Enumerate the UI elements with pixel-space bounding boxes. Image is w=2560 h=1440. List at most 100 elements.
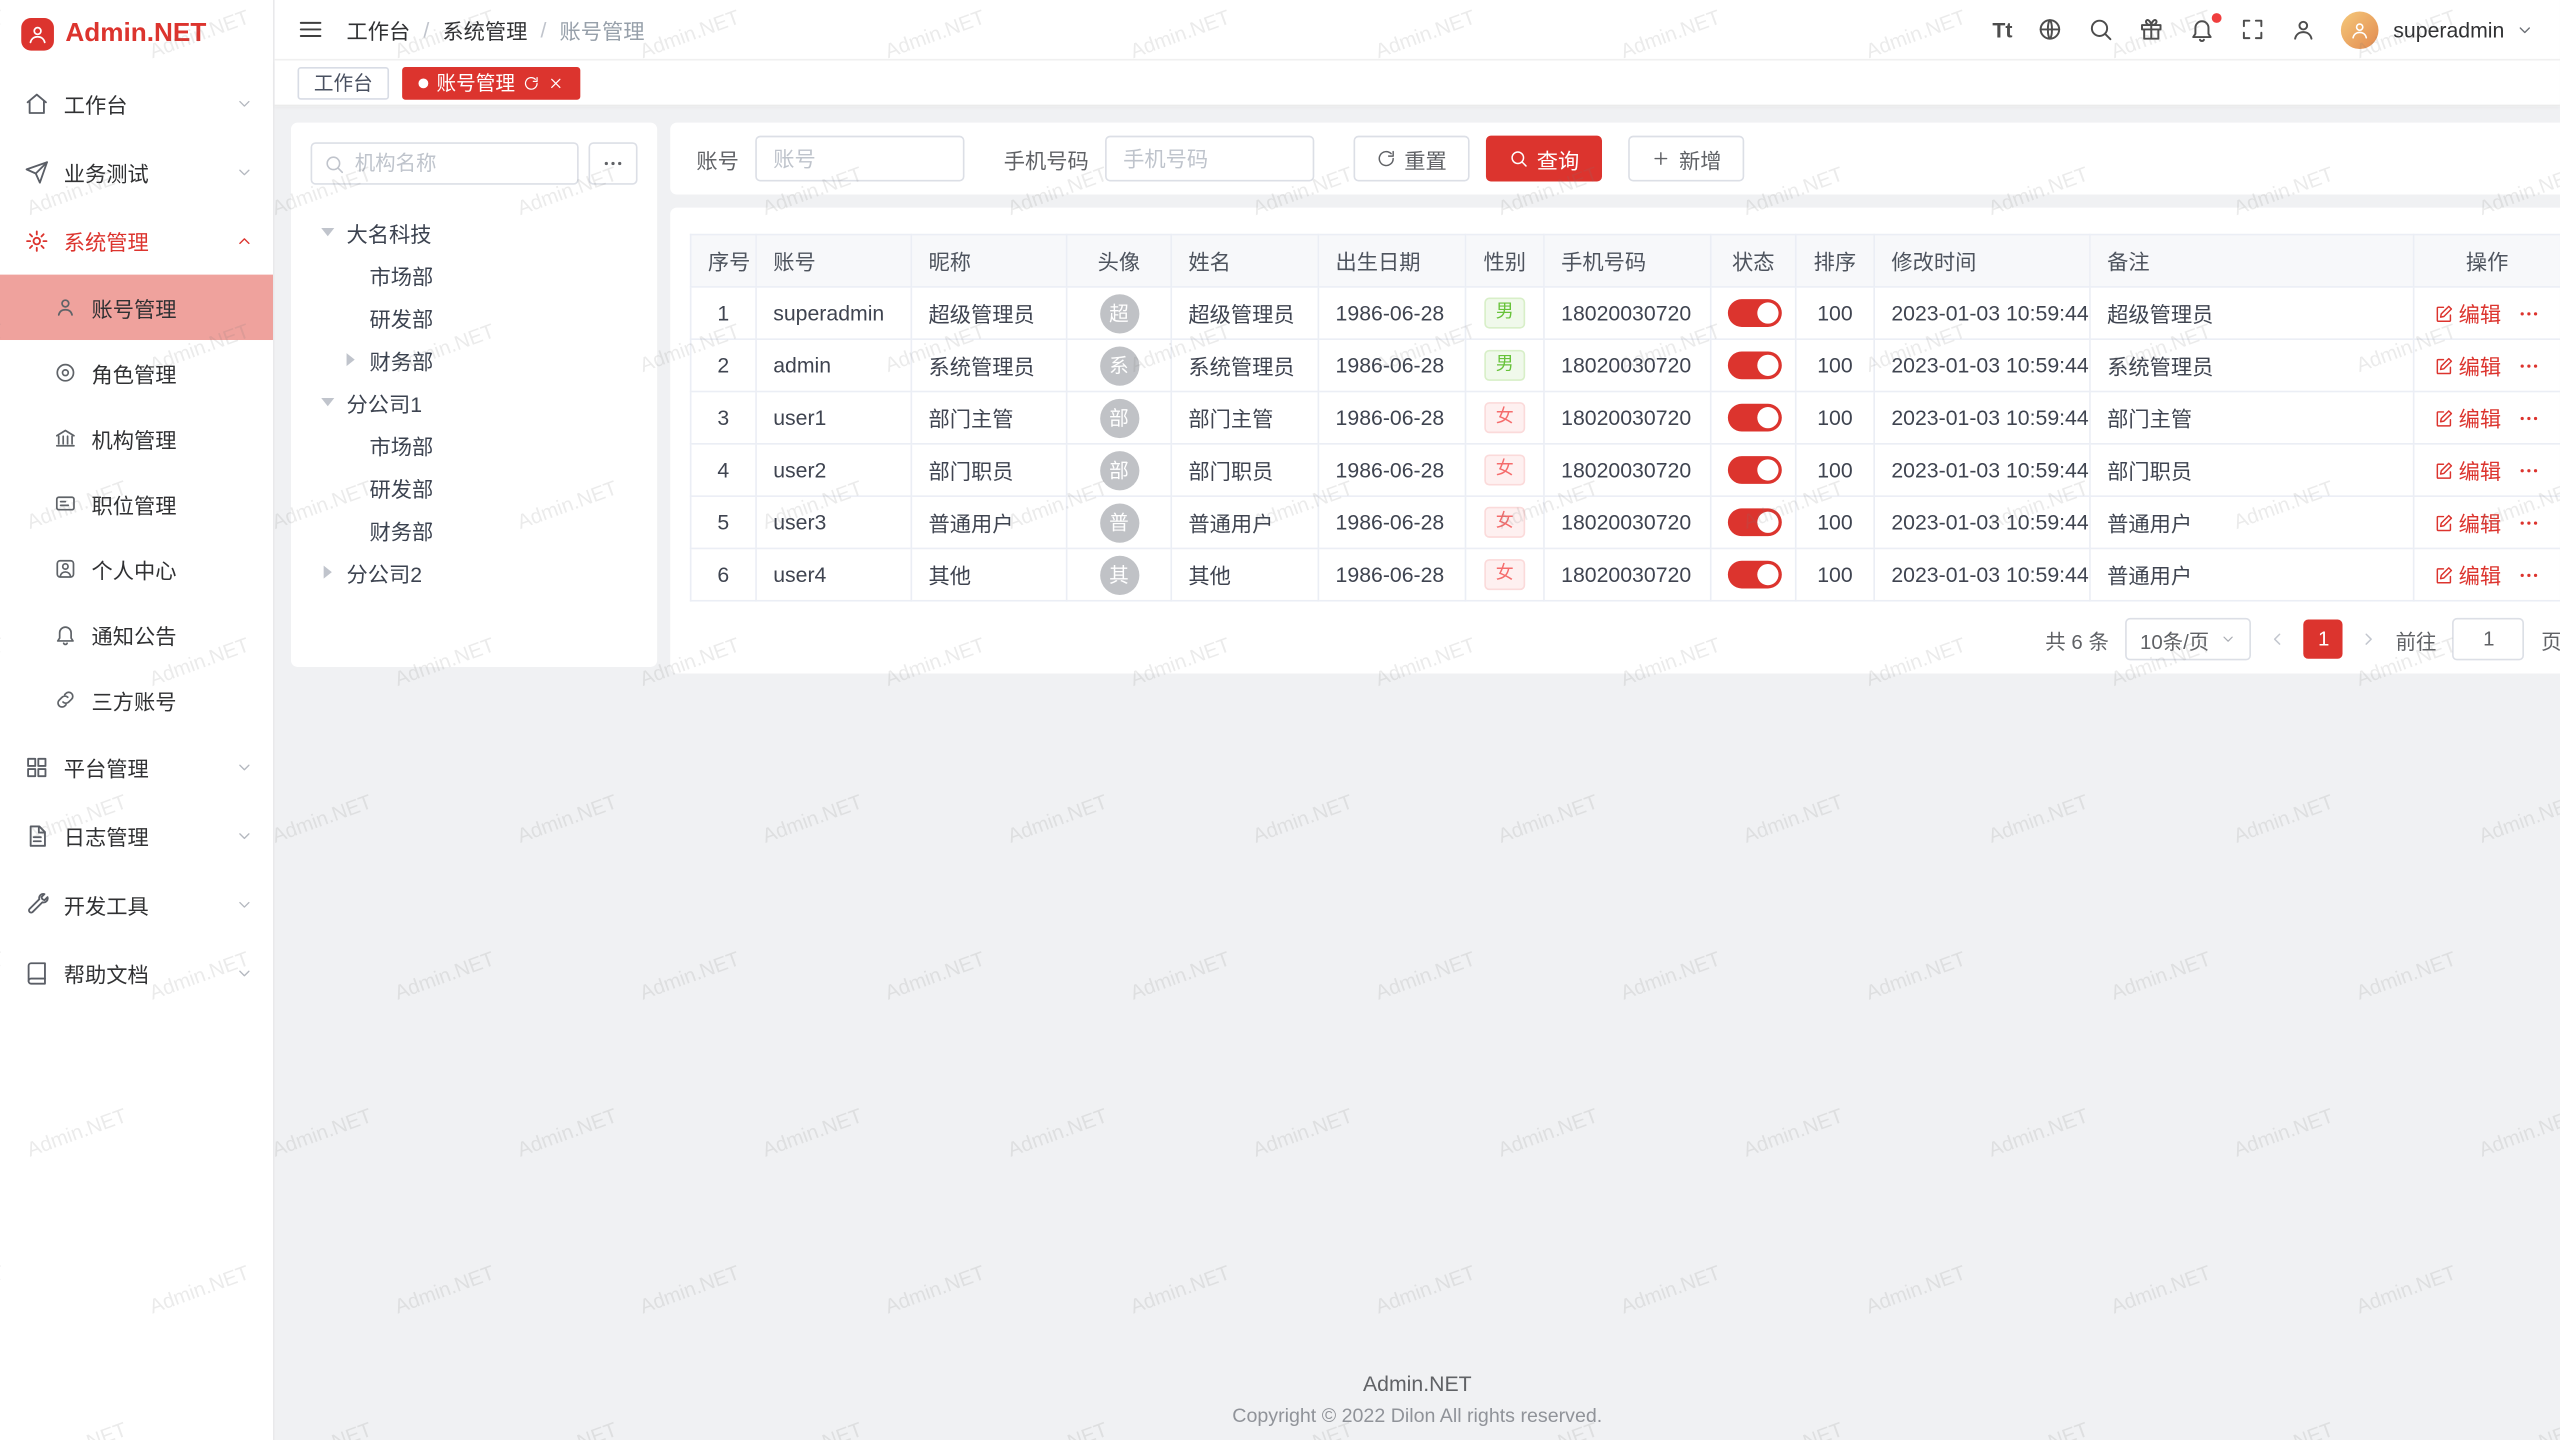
tree-node-8[interactable]: 分公司2 (311, 551, 638, 594)
gift-icon[interactable] (2138, 16, 2164, 42)
cell-account: user1 (756, 392, 911, 444)
sidebar-item-6[interactable]: 帮助文档 (0, 938, 273, 1007)
tab-active-dot (419, 78, 429, 88)
close-icon[interactable] (548, 74, 564, 90)
tab-1[interactable]: 账号管理 (402, 66, 580, 99)
row-more-button[interactable] (2517, 302, 2540, 325)
user-avatar[interactable] (2341, 11, 2379, 49)
row-more-button[interactable] (2517, 459, 2540, 482)
font-size-icon[interactable]: Tt (1992, 17, 2012, 42)
submenu-item-label: 通知公告 (92, 619, 177, 650)
row-more-button[interactable] (2517, 511, 2540, 534)
edit-button[interactable]: 编辑 (2434, 507, 2501, 538)
app-root: Admin.NETAdmin.NETAdmin.NETAdmin.NETAdmi… (0, 0, 2560, 1440)
cell-avatar: 超 (1067, 287, 1172, 339)
tree-more-button[interactable] (588, 142, 637, 185)
cell-remark: 普通用户 (2090, 548, 2414, 600)
more-icon (602, 152, 625, 175)
row-more-button[interactable] (2517, 563, 2540, 586)
prev-page-button[interactable] (2268, 629, 2288, 649)
edit-button[interactable]: 编辑 (2434, 559, 2501, 590)
reset-button[interactable]: 重置 (1354, 136, 1470, 182)
sidebar-item-2[interactable]: 系统管理 (0, 206, 273, 275)
breadcrumb-item[interactable]: 工作台 (347, 14, 411, 45)
sidebar-item-4[interactable]: 日志管理 (0, 801, 273, 870)
sidebar-item-3[interactable]: 平台管理 (0, 732, 273, 801)
refresh-icon (1376, 149, 1396, 169)
edit-label: 编辑 (2459, 507, 2502, 538)
table-row: 2admin系统管理员系系统管理员1986-06-28男180200307201… (691, 339, 2560, 391)
status-toggle[interactable] (1728, 456, 1782, 484)
log-icon (25, 823, 50, 848)
sidebar-item-0[interactable]: 工作台 (0, 69, 273, 138)
tree-caret-icon[interactable] (321, 228, 334, 236)
tree-node-5[interactable]: 市场部 (311, 423, 638, 466)
sidebar-subitem-2-3[interactable]: 职位管理 (0, 471, 273, 536)
tree-node-4[interactable]: 分公司1 (311, 381, 638, 424)
status-toggle[interactable] (1728, 299, 1782, 327)
tree-node-6[interactable]: 研发部 (311, 466, 638, 509)
column-header-6: 性别 (1466, 235, 1544, 287)
edit-button[interactable]: 编辑 (2434, 454, 2501, 485)
tree-caret-icon[interactable] (324, 566, 332, 579)
next-page-button[interactable] (2360, 629, 2380, 649)
breadcrumb-item[interactable]: 系统管理 (442, 14, 527, 45)
cell-gender: 女 (1466, 392, 1544, 444)
cell-name: 其他 (1171, 548, 1318, 600)
status-toggle[interactable] (1728, 352, 1782, 380)
tree-node-0[interactable]: 大名科技 (311, 211, 638, 254)
tree-node-1[interactable]: 市场部 (311, 253, 638, 296)
cell-modified: 2023-01-03 10:59:44 (1874, 444, 2090, 496)
status-toggle[interactable] (1728, 508, 1782, 536)
edit-label: 编辑 (2459, 298, 2502, 329)
sidebar-subitem-2-0[interactable]: 账号管理 (0, 275, 273, 340)
phone-input[interactable] (1105, 136, 1314, 182)
row-more-button[interactable] (2517, 354, 2540, 377)
goto-page-input[interactable] (2453, 618, 2525, 661)
table-card: 序号账号昵称头像姓名出生日期性别手机号码状态排序修改时间备注操作 1supera… (670, 208, 2560, 674)
sidebar-subitem-2-1[interactable]: 角色管理 (0, 340, 273, 405)
row-more-button[interactable] (2517, 406, 2540, 429)
sidebar-subitem-2-4[interactable]: 个人中心 (0, 536, 273, 601)
username[interactable]: superadmin (2393, 17, 2504, 42)
gender-badge: 男 (1484, 350, 1525, 381)
cell-name: 部门主管 (1171, 392, 1318, 444)
tab-0[interactable]: 工作台 (298, 66, 390, 99)
chevron-down-icon[interactable] (2516, 20, 2534, 38)
page-1-button[interactable]: 1 (2304, 620, 2343, 659)
menu-item-label: 开发工具 (64, 888, 149, 919)
fullscreen-icon[interactable] (2240, 16, 2266, 42)
account-input[interactable] (755, 136, 964, 182)
page-size-select[interactable]: 10条/页 (2125, 618, 2252, 661)
cell-nickname: 普通用户 (911, 496, 1066, 548)
refresh-icon[interactable] (523, 74, 539, 90)
content: 大名科技市场部研发部财务部分公司1市场部研发部财务部分公司2 账号 手机号码 重… (275, 106, 2560, 1440)
status-toggle[interactable] (1728, 404, 1782, 432)
tree-caret-icon[interactable] (347, 353, 355, 366)
tree-caret-icon[interactable] (321, 398, 334, 406)
edit-button[interactable]: 编辑 (2434, 402, 2501, 433)
bell-icon[interactable] (2189, 16, 2215, 42)
tree-node-2[interactable]: 研发部 (311, 296, 638, 339)
edit-button[interactable]: 编辑 (2434, 298, 2501, 329)
org-search-input[interactable] (311, 142, 579, 185)
sidebar-item-5[interactable]: 开发工具 (0, 870, 273, 939)
sidebar-subitem-2-5[interactable]: 通知公告 (0, 602, 273, 667)
person-icon[interactable] (2290, 16, 2316, 42)
search-button[interactable]: 查询 (1486, 136, 1602, 182)
add-button[interactable]: 新增 (1628, 136, 1744, 182)
logo: Admin.NET (0, 0, 273, 69)
edit-button[interactable]: 编辑 (2434, 350, 2501, 381)
sidebar-subitem-2-2[interactable]: 机构管理 (0, 405, 273, 470)
sidebar-item-1[interactable]: 业务测试 (0, 137, 273, 206)
search-icon[interactable] (2088, 16, 2114, 42)
column-header-9: 排序 (1796, 235, 1874, 287)
cell-index: 2 (691, 339, 756, 391)
status-toggle[interactable] (1728, 561, 1782, 589)
tree-node-3[interactable]: 财务部 (311, 338, 638, 381)
tree-node-7[interactable]: 财务部 (311, 508, 638, 551)
globe-icon[interactable] (2037, 16, 2063, 42)
sidebar-subitem-2-6[interactable]: 三方账号 (0, 667, 273, 732)
hamburger-icon[interactable] (298, 16, 324, 42)
table-row: 3user1部门主管部部门主管1986-06-28女18020030720100… (691, 392, 2560, 444)
